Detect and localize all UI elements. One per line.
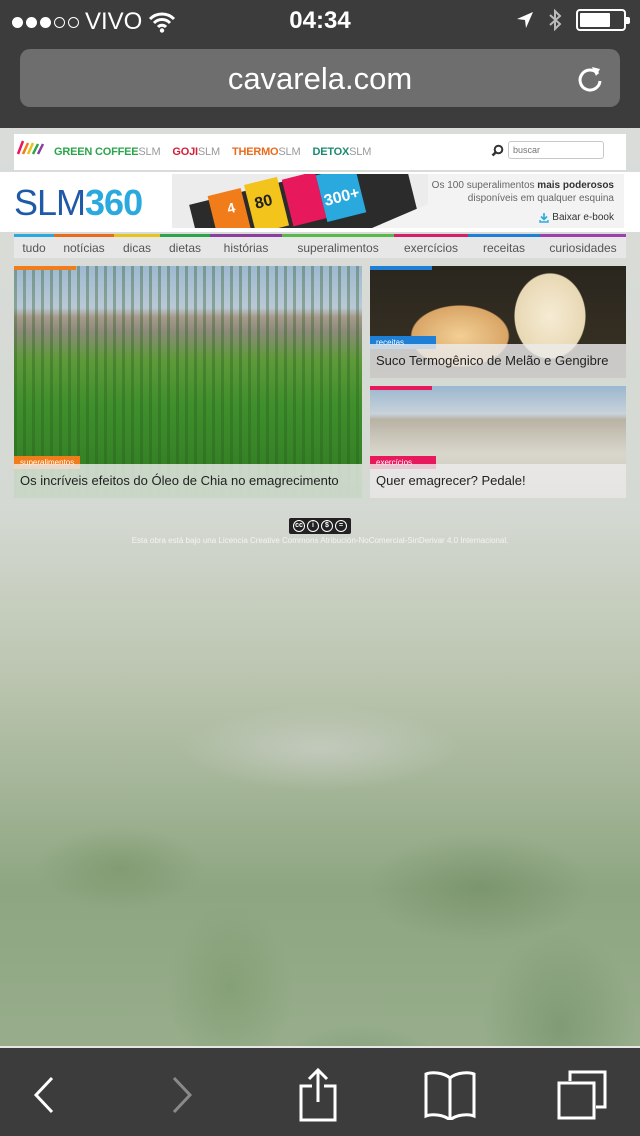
article-title[interactable]: Suco Termogênico de Melão e Gengibre: [370, 344, 626, 378]
bluetooth-icon: [549, 9, 562, 31]
location-arrow-icon: [517, 12, 533, 28]
nav-item-receitas[interactable]: receitas: [468, 234, 540, 258]
article-card[interactable]: receitas Suco Termogênico de Melão e Gen…: [370, 266, 626, 378]
nav-item-tudo[interactable]: tudo: [14, 234, 54, 258]
brand-logo-icon[interactable]: [16, 138, 46, 158]
bookmarks-button[interactable]: [420, 1068, 480, 1122]
site-logo[interactable]: SLM360: [14, 182, 143, 224]
reload-icon[interactable]: [576, 63, 604, 93]
back-button[interactable]: [14, 1068, 74, 1122]
banner-headline: Os 100 superalimentos mais poderosos dis…: [431, 180, 614, 204]
url-text[interactable]: cavarela.com: [20, 61, 620, 97]
brand-links: GREEN COFFEESLM GOJISLM THERMOSLM DETOXS…: [54, 146, 371, 158]
license-text[interactable]: Esta obra está bajo una Licencia Creativ…: [0, 536, 640, 545]
category-nav: tudo notícias dicas dietas histórias sup…: [14, 234, 626, 258]
cc-icon: cc: [293, 519, 305, 532]
share-button[interactable]: [288, 1068, 348, 1122]
nav-item-dicas[interactable]: dicas: [114, 234, 160, 258]
browser-chrome: cavarela.com: [0, 40, 640, 128]
nav-item-superalimentos[interactable]: superalimentos: [282, 234, 394, 258]
forward-icon: [172, 1076, 193, 1114]
web-page: GREEN COFFEESLM GOJISLM THERMOSLM DETOXS…: [0, 128, 640, 546]
nav-item-curiosidades[interactable]: curiosidades: [540, 234, 626, 258]
banner-books-image: 4 80 300+: [172, 174, 428, 228]
back-icon: [33, 1076, 54, 1114]
brand-link-goji[interactable]: GOJISLM: [172, 146, 220, 158]
attribution-icon: i: [307, 519, 319, 532]
search-input[interactable]: [508, 141, 604, 159]
search-icon[interactable]: [491, 144, 504, 157]
status-bar: VIVO 04:34: [0, 0, 640, 40]
site-search: [491, 141, 604, 159]
browser-toolbar: [0, 1046, 640, 1136]
license-footer: cc i $ = Esta obra está bajo una Licenci…: [0, 514, 640, 545]
brand-link-thermo[interactable]: THERMOSLM: [232, 146, 301, 158]
ebook-banner[interactable]: 4 80 300+ Os 100 superalimentos mais pod…: [172, 174, 624, 228]
card-accent-stripe: [14, 266, 76, 270]
nav-item-noticias[interactable]: notícias: [54, 234, 114, 258]
card-accent-stripe: [370, 266, 432, 270]
noderivatives-icon: =: [335, 519, 347, 532]
featured-article-card[interactable]: superalimentos Os incríveis efeitos do Ó…: [14, 266, 362, 498]
nav-item-dietas[interactable]: dietas: [160, 234, 210, 258]
battery-icon: [576, 9, 630, 31]
article-card[interactable]: exercícios Quer emagrecer? Pedale!: [370, 386, 626, 498]
forward-button[interactable]: [152, 1068, 212, 1122]
brand-link-detox[interactable]: DETOXSLM: [312, 146, 371, 158]
bookmarks-icon: [424, 1071, 476, 1120]
brand-link-green-coffee[interactable]: GREEN COFFEESLM: [54, 146, 161, 158]
share-icon: [299, 1068, 337, 1122]
creative-commons-badge[interactable]: cc i $ =: [289, 517, 351, 534]
tabs-icon: [557, 1070, 607, 1120]
noncommercial-icon: $: [321, 519, 333, 532]
download-icon: [539, 212, 549, 223]
article-title[interactable]: Os incríveis efeitos do Óleo de Chia no …: [14, 464, 362, 498]
article-title[interactable]: Quer emagrecer? Pedale!: [370, 464, 626, 498]
address-bar[interactable]: cavarela.com: [20, 49, 620, 107]
card-accent-stripe: [370, 386, 432, 390]
nav-item-exercicios[interactable]: exercícios: [394, 234, 468, 258]
brand-strip: GREEN COFFEESLM GOJISLM THERMOSLM DETOXS…: [14, 134, 626, 170]
tabs-button[interactable]: [552, 1068, 612, 1122]
site-header: SLM360 4 80 300+ Os 100 superalimentos m…: [0, 172, 640, 232]
nav-item-historias[interactable]: histórias: [210, 234, 282, 258]
banner-download-link[interactable]: Baixar e-book: [539, 212, 614, 223]
